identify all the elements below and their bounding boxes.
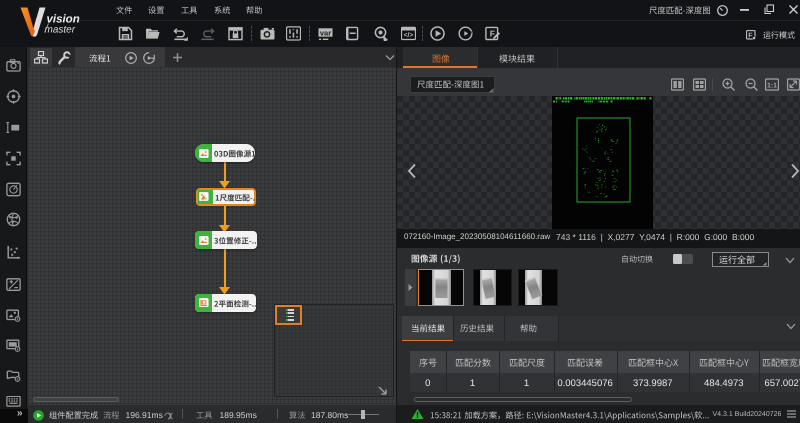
svg-text:1:1: 1:1 [767,83,777,90]
svg-text:master: master [45,25,76,36]
svg-text:</>: </> [403,32,413,39]
svg-text:var: var [319,28,330,37]
